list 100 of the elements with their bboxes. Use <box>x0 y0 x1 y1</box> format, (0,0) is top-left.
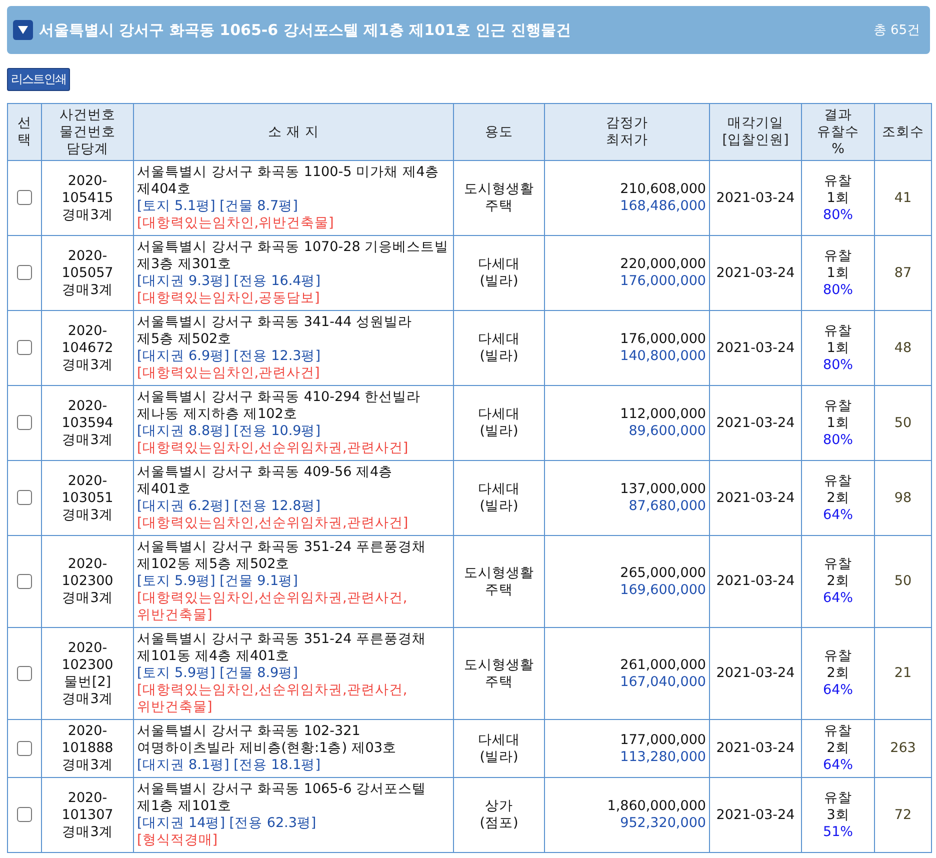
usage-cell: 도시형생활 주택 <box>454 536 544 628</box>
view-count: 98 <box>894 490 912 506</box>
minimum-price: 167,040,000 <box>619 674 706 690</box>
case-number-cell: 2020- 103051 경매3계 <box>42 460 134 536</box>
result-text: 유찰 <box>823 790 853 806</box>
address-text: 서울특별시 강서구 화곡동 409-56 제4층 제401호 <box>137 464 394 498</box>
notes-text: [대항력있는임차인,위반건축물] <box>137 215 335 232</box>
percent-text: 80% <box>822 206 854 224</box>
usage-cell: 다세대 (빌라) <box>454 310 544 386</box>
appraisal-price: 1,860,000,000 <box>606 798 706 815</box>
column-header: 매각기일 [입찰인원] <box>710 104 802 160</box>
usage-cell: 다세대 (빌라) <box>454 720 544 778</box>
fail-count: 2회 <box>826 573 850 590</box>
minimum-price: 89,600,000 <box>628 423 706 440</box>
result-text: 유찰 <box>823 472 853 490</box>
case-number-cell: 2020- 103594 경매3계 <box>42 386 134 460</box>
view-count: 263 <box>890 740 916 756</box>
column-header: 선 택 <box>8 104 42 160</box>
result-text: 유찰 <box>823 723 853 740</box>
address-text: 서울특별시 강서구 화곡동 341-44 성원빌라 제5층 제502호 <box>137 314 413 348</box>
percent-text: 64% <box>822 506 854 524</box>
sale-date-cell: 2021-03-24 <box>710 720 802 778</box>
address-text: 서울특별시 강서구 화곡동 1065-6 강서포스텔 제1층 제101호 <box>137 781 427 815</box>
sale-date-cell: 2021-03-24 <box>710 460 802 536</box>
appraisal-price: 176,000,000 <box>619 331 706 348</box>
column-header: 용도 <box>454 104 544 160</box>
view-count: 87 <box>894 264 912 280</box>
appraisal-price: 261,000,000 <box>619 656 706 674</box>
percent-text: 64% <box>822 590 854 607</box>
usage-cell: 다세대 (빌라) <box>454 386 544 460</box>
case-number-cell: 2020- 101307 경매3계 <box>42 778 134 852</box>
section-title: 서울특별시 강서구 화곡동 1065-6 강서포스텔 제1층 제101호 인근 진행물건 <box>39 20 571 40</box>
address-text: 서울특별시 강서구 화곡동 410-294 한선빌라 제나동 제지하층 제102호 <box>137 389 422 423</box>
case-number-cell: 2020- 105415 경매3계 <box>42 160 134 236</box>
view-count: 48 <box>894 340 912 356</box>
fail-count: 1회 <box>826 340 850 356</box>
collapse-icon[interactable] <box>13 20 33 40</box>
address-text: 서울특별시 강서구 화곡동 102-321 여명하이츠빌라 제비층(현황:1층) 제03호 <box>137 723 398 757</box>
sale-date-cell: 2021-03-24 <box>710 536 802 628</box>
fail-count: 2회 <box>826 490 850 506</box>
notes-text: [대항력있는임차인,관련사건] <box>137 365 321 382</box>
column-header: 결과 유찰수 % <box>802 104 874 160</box>
area-text: [대지권 8.8평] [전용 10.9평] <box>137 423 322 440</box>
percent-text: 80% <box>822 432 854 448</box>
notes-text: [대항력있는임차인,선순위임차권,관련사건] <box>137 440 410 457</box>
fail-count: 1회 <box>826 264 850 282</box>
percent-text: 64% <box>822 757 854 774</box>
sale-date-cell: 2021-03-24 <box>710 386 802 460</box>
case-number-cell: 2020- 104672 경매3계 <box>42 310 134 386</box>
result-text: 유찰 <box>823 322 853 340</box>
address-text: 서울특별시 강서구 화곡동 351-24 푸른풍경채 제102동 제5층 제502호 <box>137 539 427 573</box>
notes-text: [대항력있는임차인,공동담보] <box>137 290 321 307</box>
column-header: 감정가 최저가 <box>544 104 710 160</box>
checkbox[interactable] <box>17 807 32 822</box>
checkbox[interactable] <box>17 740 32 756</box>
checkbox[interactable] <box>17 666 32 681</box>
result-text: 유찰 <box>823 648 853 665</box>
checkbox[interactable] <box>17 265 32 280</box>
result-text: 유찰 <box>823 172 853 190</box>
minimum-price: 87,680,000 <box>628 498 706 515</box>
appraisal-price: 220,000,000 <box>619 256 706 273</box>
fail-count: 3회 <box>826 806 850 824</box>
checkbox[interactable] <box>17 190 32 206</box>
notes-text: [대항력있는임차인,선순위임차권,관련사건,위반건축물] <box>137 682 408 716</box>
area-text: [토지 5.1평] [건물 8.7평] <box>137 198 299 215</box>
appraisal-price: 112,000,000 <box>619 406 706 423</box>
address-text: 서울특별시 강서구 화곡동 351-24 푸른풍경채 제101동 제4층 제401호 <box>137 631 427 665</box>
checkbox[interactable] <box>17 415 32 430</box>
appraisal-price: 210,608,000 <box>619 181 706 198</box>
view-count: 50 <box>894 573 912 589</box>
print-list-button[interactable]: 리스트인쇄 <box>7 68 70 91</box>
result-text: 유찰 <box>823 556 853 573</box>
area-text: [대지권 6.2평] [전용 12.8평] <box>137 498 322 515</box>
fail-count: 2회 <box>826 665 850 682</box>
checkbox[interactable] <box>17 340 32 356</box>
usage-cell: 도시형생활 주택 <box>454 160 544 236</box>
area-text: [대지권 14평] [전용 62.3평] <box>137 815 318 832</box>
case-number-cell: 2020- 102300 물번[2] 경매3계 <box>42 628 134 720</box>
appraisal-price: 137,000,000 <box>619 481 706 498</box>
view-count: 41 <box>894 190 912 206</box>
minimum-price: 113,280,000 <box>619 748 706 766</box>
column-header: 조회수 <box>874 104 932 160</box>
appraisal-price: 265,000,000 <box>619 564 706 582</box>
fail-count: 2회 <box>826 740 850 757</box>
case-number-cell: 2020- 102300 경매3계 <box>42 536 134 628</box>
view-count: 21 <box>894 665 912 681</box>
notes-text: [대항력있는임차인,선순위임차권,관련사건] <box>137 515 410 532</box>
minimum-price: 140,800,000 <box>619 348 706 365</box>
minimum-price: 176,000,000 <box>619 273 706 290</box>
checkbox[interactable] <box>17 490 32 506</box>
percent-text: 80% <box>822 282 854 298</box>
sale-date-cell: 2021-03-24 <box>710 236 802 310</box>
usage-cell: 상가 (점포) <box>454 778 544 852</box>
area-text: [대지권 8.1평] [전용 18.1평] <box>137 757 322 774</box>
checkbox[interactable] <box>17 574 32 589</box>
result-text: 유찰 <box>823 248 853 264</box>
area-text: [대지권 9.3평] [전용 16.4평] <box>137 273 322 290</box>
sale-date-cell: 2021-03-24 <box>710 310 802 386</box>
notes-text: [대항력있는임차인,선순위임차권,관련사건,위반건축물] <box>137 590 408 624</box>
case-number-cell: 2020- 105057 경매3계 <box>42 236 134 310</box>
